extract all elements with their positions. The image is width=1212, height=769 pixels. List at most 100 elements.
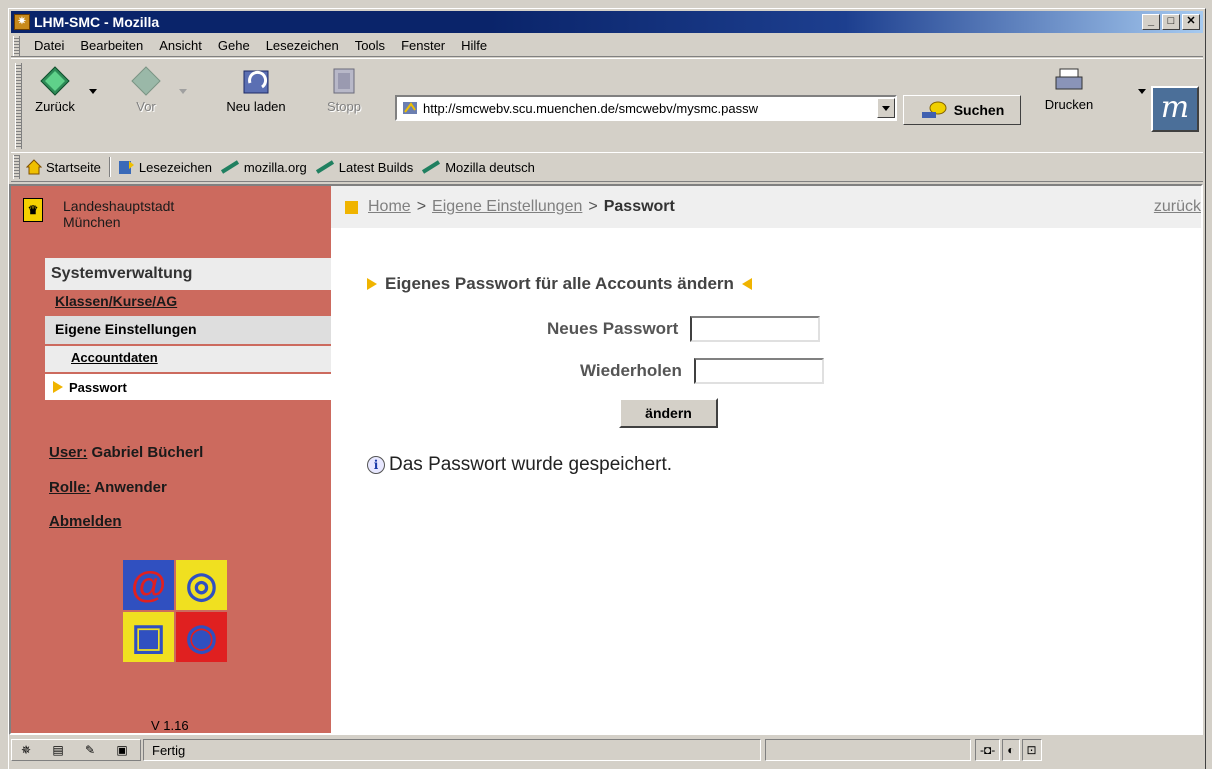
cookie-icon[interactable]: ◐ — [1002, 739, 1020, 761]
breadcrumb-separator: > — [416, 198, 427, 215]
progress-area — [765, 739, 971, 761]
personal-toolbar: Startseite Lesezeichen mozilla.org Lates… — [11, 152, 1203, 182]
bookmark-icon — [220, 160, 239, 174]
bookmark-link-mozilla-deutsch[interactable]: Mozilla deutsch — [421, 160, 535, 175]
nav-item-accountdaten-label[interactable]: Accountdaten — [71, 350, 158, 365]
menu-bar: Datei Bearbeiten Ansicht Gehe Lesezeiche… — [11, 35, 1203, 57]
security-lock-icon[interactable]: ⊡ — [1021, 739, 1042, 761]
role-label[interactable]: Rolle: — [49, 479, 91, 496]
online-status-icon[interactable]: -◘- — [975, 739, 1001, 761]
toolbar-grip[interactable] — [13, 35, 20, 56]
back-arrow-icon — [40, 66, 70, 96]
bookmark-label: Mozilla deutsch — [445, 159, 535, 175]
home-icon — [26, 159, 42, 175]
toolbar-grip[interactable] — [15, 63, 22, 149]
close-button[interactable]: ✕ — [1182, 14, 1200, 30]
version-label: V 1.16 — [151, 718, 189, 733]
stop-label: Stopp — [327, 99, 361, 114]
back-button[interactable]: Zurück — [27, 65, 83, 114]
active-arrow-icon — [53, 381, 63, 393]
new-password-label: Neues Passwort — [547, 319, 679, 338]
bookmark-link-latest-builds[interactable]: Latest Builds — [315, 160, 413, 175]
title-arrow-left-icon — [741, 278, 752, 290]
nav-item-passwort[interactable]: Passwort — [45, 374, 331, 400]
bookmarks-icon — [118, 161, 134, 174]
nav-item-accountdaten[interactable]: Accountdaten — [45, 346, 331, 372]
nav-item-eigene-einstellungen[interactable]: Eigene Einstellungen — [45, 316, 331, 344]
logout-label[interactable]: Abmelden — [49, 513, 122, 530]
logo-at-icon: @ — [123, 560, 174, 610]
page-content: ♛ Landeshauptstadt München Systemverwalt… — [9, 184, 1203, 735]
forward-arrow-icon — [131, 66, 161, 96]
menu-ansicht[interactable]: Ansicht — [151, 38, 210, 53]
breadcrumb-home-link[interactable]: Home — [368, 198, 411, 216]
breadcrumb-settings-link[interactable]: Eigene Einstellungen — [432, 198, 582, 216]
city-line2: München — [63, 214, 121, 230]
navigator-icon[interactable]: ✵ — [18, 743, 34, 757]
component-bar: ✵ ▤ ✎ ▣ — [11, 739, 141, 761]
breadcrumb: Home > Eigene Einstellungen > Passwort z… — [331, 186, 1201, 228]
repeat-password-input[interactable] — [693, 358, 824, 384]
mail-icon[interactable]: ▤ — [50, 743, 66, 757]
menu-datei[interactable]: Datei — [26, 38, 72, 53]
repeat-password-row: Wiederholen — [580, 358, 824, 384]
role-info: Rolle: Anwender — [49, 479, 167, 496]
minimize-button[interactable]: _ — [1142, 14, 1160, 30]
nav-item-passwort-label: Passwort — [69, 379, 127, 395]
breadcrumb-separator: > — [588, 198, 598, 215]
new-password-row: Neues Passwort — [547, 316, 821, 342]
success-message-text: Das Passwort wurde gespeichert. — [389, 454, 673, 475]
menu-bearbeiten[interactable]: Bearbeiten — [72, 38, 151, 53]
url-bar[interactable]: http://smcwebv.scu.muenchen.de/smcwebv/m… — [395, 95, 897, 121]
printer-icon — [1055, 68, 1083, 90]
title-arrow-right-icon — [367, 278, 377, 290]
menu-fenster[interactable]: Fenster — [393, 38, 453, 53]
print-dropdown-icon[interactable] — [1138, 89, 1146, 94]
status-bar: ✵ ▤ ✎ ▣ Fertig -◘- ◐ ⊡ — [11, 738, 1205, 762]
home-button[interactable]: Startseite — [26, 159, 101, 175]
bookmark-label: Latest Builds — [338, 159, 414, 175]
logo-book-icon: ◎ — [176, 560, 227, 610]
user-value: Gabriel Bücherl — [91, 444, 204, 461]
home-label: Startseite — [46, 159, 101, 175]
nav-section-systemverwaltung[interactable]: Systemverwaltung — [45, 258, 331, 290]
back-link[interactable]: zurück — [1154, 198, 1201, 216]
new-password-input[interactable] — [690, 316, 821, 342]
menu-tools[interactable]: Tools — [347, 38, 393, 53]
menu-hilfe[interactable]: Hilfe — [453, 38, 495, 53]
forward-dropdown-icon[interactable] — [179, 89, 187, 94]
url-dropdown-button[interactable] — [877, 98, 895, 118]
page-proxy-icon[interactable] — [401, 100, 419, 116]
mozilla-logo[interactable]: m — [1151, 86, 1199, 132]
change-password-button[interactable]: ändern — [619, 398, 718, 428]
forward-button[interactable]: Vor — [121, 65, 171, 114]
search-label: Suchen — [953, 102, 1005, 118]
stop-button[interactable]: Stopp — [321, 65, 367, 114]
logout-link[interactable]: Abmelden — [49, 513, 122, 530]
logo-computer-icon: ▣ — [123, 612, 174, 662]
city-header: ♛ Landeshauptstadt München — [23, 198, 174, 230]
nav-item-klassen[interactable]: Klassen/Kurse/AG — [45, 290, 331, 314]
reload-label: Neu laden — [226, 99, 286, 114]
menu-lesezeichen[interactable]: Lesezeichen — [258, 38, 347, 53]
bookmark-label: mozilla.org — [243, 159, 307, 175]
nav-item-klassen-label[interactable]: Klassen/Kurse/AG — [55, 293, 177, 309]
menu-gehe[interactable]: Gehe — [210, 38, 258, 53]
print-button[interactable]: Drucken — [1039, 65, 1099, 112]
back-dropdown-icon[interactable] — [89, 89, 97, 94]
bookmark-link-mozilla[interactable]: mozilla.org — [220, 160, 307, 175]
address-book-icon[interactable]: ▣ — [114, 743, 130, 757]
info-icon: i — [367, 456, 385, 474]
form-title: Eigenes Passwort für alle Accounts änder… — [367, 274, 752, 294]
status-text: Fertig — [143, 739, 761, 761]
success-message: i Das Passwort wurde gespeichert. — [367, 454, 672, 476]
composer-icon[interactable]: ✎ — [82, 743, 98, 757]
search-button[interactable]: Suchen — [903, 95, 1021, 125]
url-input[interactable]: http://smcwebv.scu.muenchen.de/smcwebv/m… — [423, 101, 877, 116]
maximize-button[interactable]: □ — [1162, 14, 1180, 30]
reload-button[interactable]: Neu laden — [225, 65, 287, 114]
title-bar: ✷ LHM-SMC - Mozilla _ □ ✕ — [11, 11, 1203, 33]
toolbar-grip[interactable] — [13, 155, 20, 179]
user-label[interactable]: User: — [49, 444, 87, 461]
bookmarks-button[interactable]: Lesezeichen — [117, 159, 212, 175]
